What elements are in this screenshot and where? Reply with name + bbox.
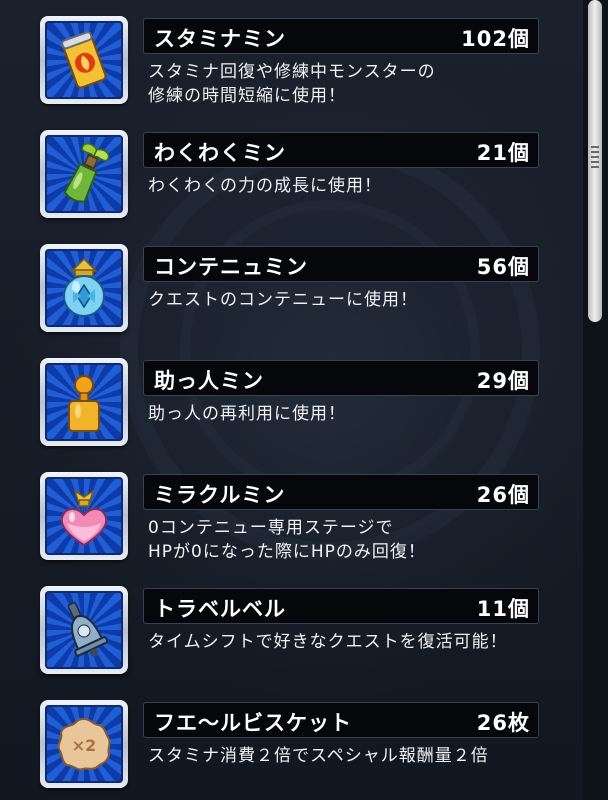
item-icon-frame[interactable] [40,586,128,674]
item-name-bar: ミラクルミン 26個 [143,474,539,510]
item-description: タイムシフトで好きなクエストを復活可能！ [148,632,508,652]
item-name-bar: トラベルベル 11個 [143,588,539,624]
stamina-can-icon [45,21,123,99]
item-count: 26個 [476,483,530,507]
item-name-bar: わくわくミン 21個 [143,132,539,168]
scrollbar-grip-icon [591,146,599,168]
item-icon-frame[interactable] [40,130,128,218]
item-count: 11個 [476,597,530,621]
item-description: スタミナ消費２倍でスペシャル報酬量２倍 [148,746,489,766]
item-description: 0コンテニュー専用ステージで HPが0になった際にHPのみ回復！ [148,518,426,562]
item-name: スタミナミン [154,27,286,51]
biscuit-icon: ×2 [45,705,123,783]
list-item[interactable]: スタミナミン 102個 スタミナ回復や修練中モンスターの 修練の時間短縮に使用！ [0,14,575,114]
item-name-bar: 助っ人ミン 29個 [143,360,539,396]
bell-icon [45,591,123,669]
list-item[interactable]: ミラクルミン 26個 0コンテニュー専用ステージで HPが0になった際にHPのみ… [0,470,575,570]
list-item[interactable]: トラベルベル 11個 タイムシフトで好きなクエストを復活可能！ [0,584,575,684]
helper-figure-icon [45,363,123,441]
item-name: ミラクルミン [154,483,286,507]
item-count: 56個 [476,255,530,279]
item-icon-frame[interactable]: ×2 [40,700,128,788]
item-count: 29個 [476,369,530,393]
item-name: フエ〜ルビスケット [154,711,352,735]
item-name: 助っ人ミン [154,369,264,393]
heart-potion-icon [45,477,123,555]
list-item[interactable]: コンテニュミン 56個 クエストのコンテニューに使用！ [0,242,575,342]
item-count: 26枚 [476,711,530,735]
item-count: 21個 [476,141,530,165]
scrollbar-thumb[interactable] [588,0,602,322]
item-name-bar: スタミナミン 102個 [143,18,539,54]
item-icon-frame[interactable] [40,358,128,446]
item-name-bar: フエ〜ルビスケット 26枚 [143,702,539,738]
biscuit-x2-mark: ×2 [72,736,97,755]
item-description: 助っ人の再利用に使用！ [148,404,346,424]
item-description: クエストのコンテニューに使用！ [148,290,418,310]
crystal-jar-icon [45,249,123,327]
item-name-bar: コンテニュミン 56個 [143,246,539,282]
item-description: わくわくの力の成長に使用！ [148,176,382,196]
item-icon-frame[interactable] [40,16,128,104]
item-icon-frame[interactable] [40,244,128,332]
item-description: スタミナ回復や修練中モンスターの 修練の時間短縮に使用！ [148,62,436,106]
item-count: 102個 [461,27,530,51]
item-name: コンテニュミン [154,255,308,279]
scrollbar-track[interactable] [583,0,608,800]
item-icon-frame[interactable] [40,472,128,560]
item-list[interactable]: スタミナミン 102個 スタミナ回復や修練中モンスターの 修練の時間短縮に使用！ [0,0,575,800]
list-item[interactable]: わくわくミン 21個 わくわくの力の成長に使用！ [0,128,575,228]
item-name: わくわくミン [154,141,286,165]
list-item[interactable]: 助っ人ミン 29個 助っ人の再利用に使用！ [0,356,575,456]
sprout-bottle-icon [45,135,123,213]
item-name: トラベルベル [154,597,286,621]
list-item[interactable]: ×2 フエ〜ルビスケット 26枚 スタミナ消費２倍でスペシャル報酬量２倍 [0,698,575,798]
